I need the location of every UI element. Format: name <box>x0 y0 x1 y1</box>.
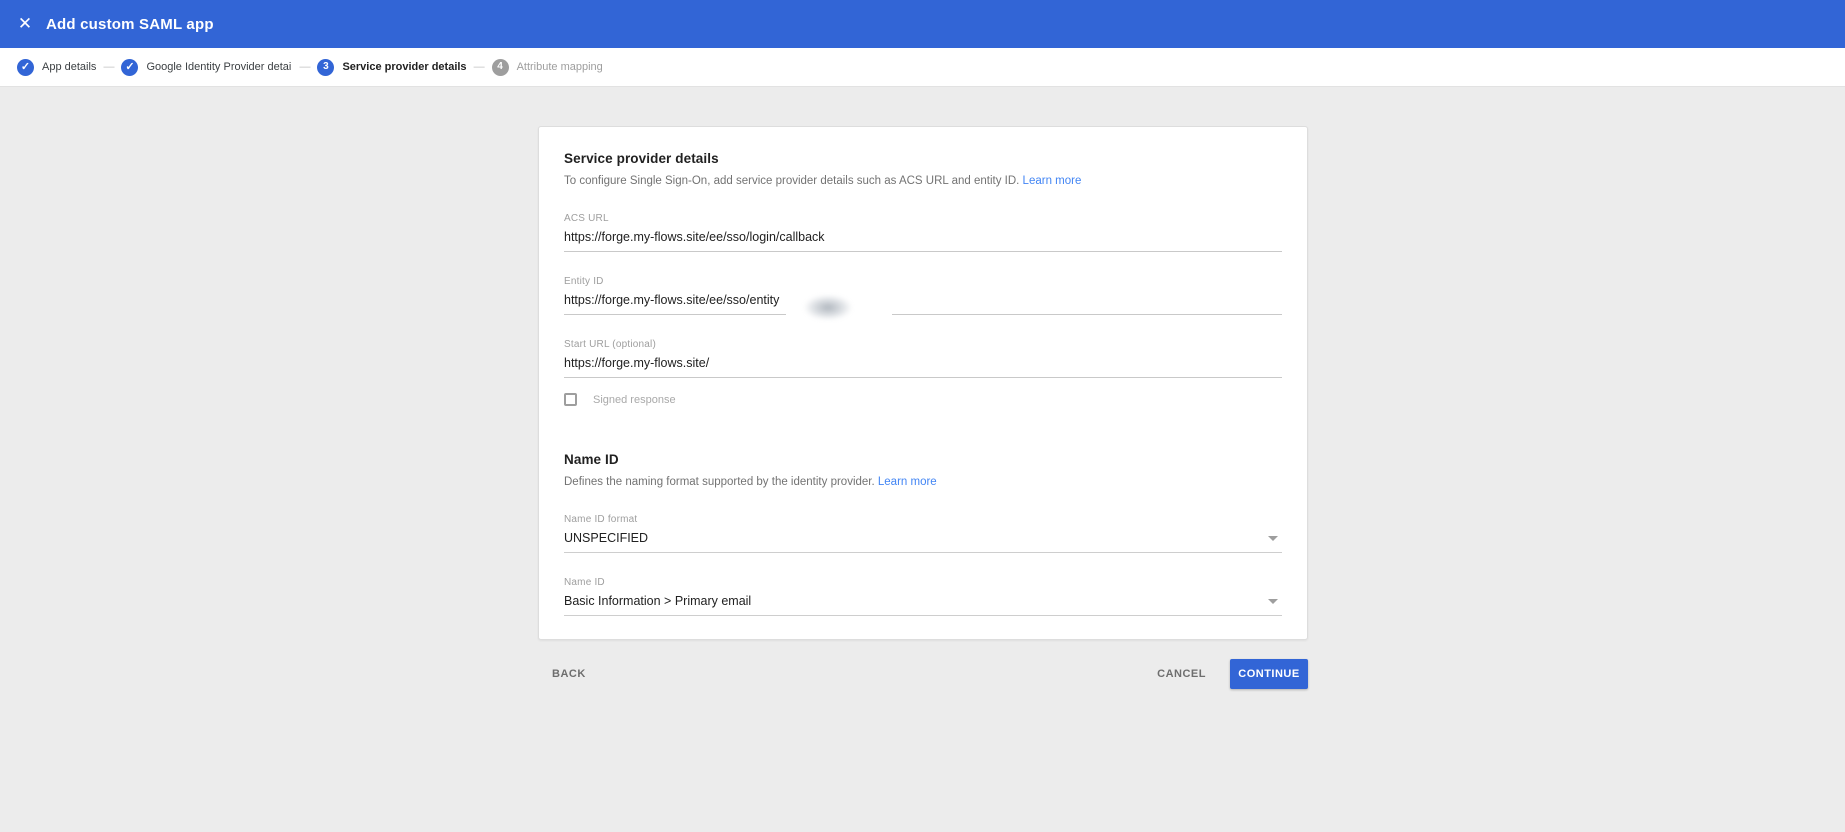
acs-url-field: ACS URL https://forge.my-flows.site/ee/s… <box>564 213 1282 252</box>
add-custom-saml-app-dialog: ✕ Add custom SAML app ✓ App details — ✓ … <box>0 0 1845 832</box>
step-complete-icon: ✓ <box>121 58 139 76</box>
step-label: Attribute mapping <box>516 61 603 73</box>
service-provider-details-card: Service provider details To configure Si… <box>538 126 1308 640</box>
stepper-step-attribute-mapping[interactable]: 4 Attribute mapping <box>491 58 603 76</box>
step-label: Service provider details <box>342 61 467 73</box>
section-title-service-provider-details: Service provider details <box>564 151 719 166</box>
entity-id-input[interactable]: https://forge.my-flows.site/ee/sso/entit… <box>564 292 1282 315</box>
acs-url-input[interactable]: https://forge.my-flows.site/ee/sso/login… <box>564 229 1282 252</box>
chevron-down-icon[interactable] <box>1268 599 1278 604</box>
step-separator: — <box>473 61 485 73</box>
learn-more-link[interactable]: Learn more <box>1023 175 1082 187</box>
redacted-blur <box>786 292 892 323</box>
entity-id-field: Entity ID https://forge.my-flows.site/ee… <box>564 276 1282 323</box>
back-button[interactable]: BACK <box>542 660 596 688</box>
name-id-value[interactable]: Basic Information > Primary email <box>564 593 1282 616</box>
name-id-select[interactable]: Name ID Basic Information > Primary emai… <box>564 577 1282 616</box>
signed-response-checkbox[interactable] <box>564 393 577 406</box>
step-label: App details <box>42 61 97 73</box>
step-number-icon: 3 <box>317 58 335 76</box>
step-label: Google Identity Provider details <box>146 61 293 73</box>
signed-response-row: Signed response <box>564 393 1282 406</box>
acs-url-label: ACS URL <box>564 213 609 224</box>
step-complete-icon: ✓ <box>17 58 34 76</box>
dialog-header: ✕ Add custom SAML app <box>0 0 1845 48</box>
cancel-button[interactable]: CANCEL <box>1147 660 1216 688</box>
name-id-format-value[interactable]: UNSPECIFIED <box>564 530 1282 553</box>
close-icon[interactable]: ✕ <box>17 15 33 32</box>
start-url-input[interactable]: https://forge.my-flows.site/ <box>564 355 1282 378</box>
stepper-step-google-idp-details[interactable]: ✓ Google Identity Provider details <box>121 58 293 76</box>
start-url-field: Start URL (optional) https://forge.my-fl… <box>564 339 1282 378</box>
start-url-label: Start URL (optional) <box>564 339 656 350</box>
step-separator: — <box>103 61 115 73</box>
learn-more-link[interactable]: Learn more <box>878 476 937 488</box>
wizard-actions: BACK CANCEL CONTINUE <box>538 658 1308 689</box>
step-separator: — <box>299 61 311 73</box>
stepper-step-service-provider-details[interactable]: 3 Service provider details <box>317 58 467 76</box>
wizard-stepper: ✓ App details — ✓ Google Identity Provid… <box>0 48 1845 87</box>
section-description: Defines the naming format supported by t… <box>564 476 937 488</box>
dialog-title: Add custom SAML app <box>46 15 214 33</box>
chevron-down-icon[interactable] <box>1268 536 1278 541</box>
entity-id-label: Entity ID <box>564 276 604 287</box>
name-id-label: Name ID <box>564 577 605 588</box>
stepper-step-app-details[interactable]: ✓ App details <box>17 58 97 76</box>
name-id-format-select[interactable]: Name ID format UNSPECIFIED <box>564 514 1282 553</box>
name-id-format-label: Name ID format <box>564 514 638 525</box>
signed-response-label: Signed response <box>593 393 676 406</box>
section-description: To configure Single Sign-On, add service… <box>564 175 1082 187</box>
step-number-icon: 4 <box>491 58 509 76</box>
continue-button[interactable]: CONTINUE <box>1230 658 1308 689</box>
section-title-name-id: Name ID <box>564 452 619 467</box>
